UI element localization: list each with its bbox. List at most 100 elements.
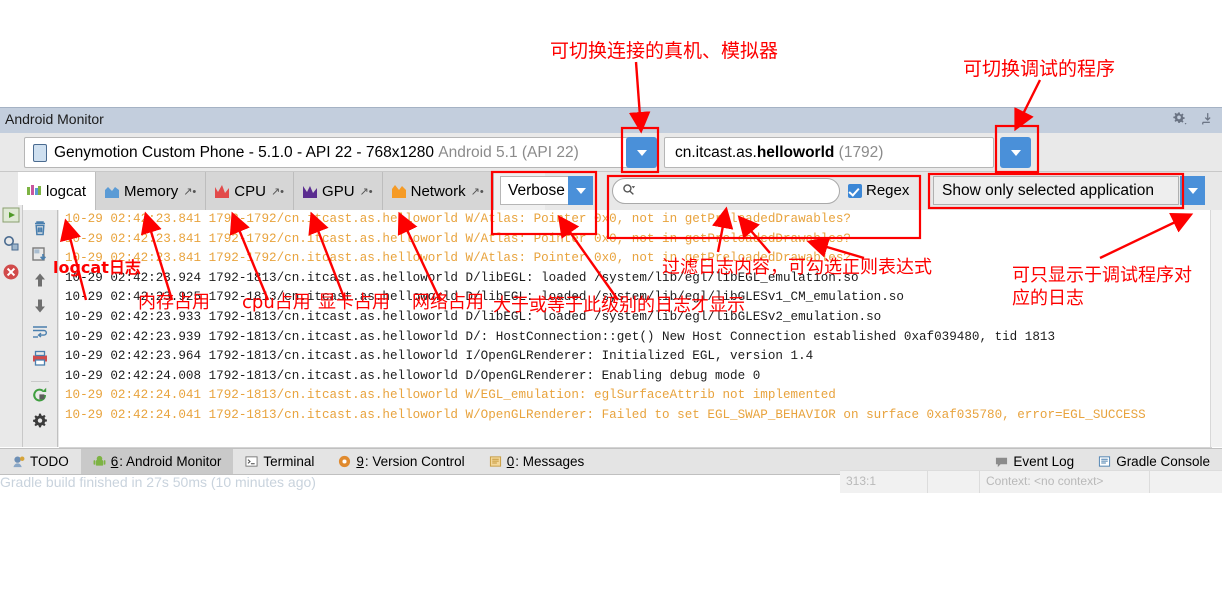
todo-icon [12,455,25,468]
android-icon [93,455,106,468]
log-line: 10-29 02:42:23.841 1792-1792/cn.itcast.a… [65,212,851,226]
bottom-tab-terminal[interactable]: Terminal [233,449,326,474]
tab-cpu[interactable]: CPU ↗• [206,172,295,210]
wrap-lines-icon[interactable] [31,323,49,341]
log-line: 10-29 02:42:23.924 1792-1813/cn.itcast.a… [65,270,859,285]
run-icon[interactable] [0,205,22,228]
bottom-tab-num: 0 [506,454,515,469]
phone-icon [33,143,47,162]
filter-scope-select[interactable]: Show only selected application [933,176,1179,205]
export-icon[interactable] [31,245,49,263]
logcat-toolbar [23,210,58,447]
status-cell-blank [928,471,980,493]
bottom-tab-label: : Messages [515,454,585,469]
bottom-tab-todo[interactable]: TODO [0,449,81,474]
device-selector[interactable]: Genymotion Custom Phone - 5.1.0 - API 22… [24,137,631,168]
tab-logcat[interactable]: logcat [18,172,97,210]
settings-icon[interactable] [31,412,49,430]
log-line: 10-29 02:42:23.841 1792-1792/cn.itcast.a… [65,251,851,266]
detach-icon[interactable]: ↗• [183,185,196,198]
process-package: cn.itcast.as. [675,143,757,161]
logcat-icon [27,184,41,198]
bottom-tab-label: Gradle Console [1116,454,1210,469]
process-dropdown-button[interactable] [1000,137,1031,168]
bottom-tab-messages[interactable]: 0 : Messages [477,449,597,474]
memory-icon [105,184,120,198]
device-api: Android 5.1 (API 22) [438,143,579,161]
log-line: 10-29 02:42:24.041 1792-1813/cn.itcast.a… [65,388,836,403]
tab-gpu[interactable]: GPU ↗• [294,172,383,210]
bottom-tab-num: 6 [110,454,119,469]
log-level-value: Verbose [508,181,565,199]
annotation-device: 可切换连接的真机、模拟器 [550,40,779,62]
bottom-tab-label: : Android Monitor [119,454,222,469]
bottom-tab-label: Event Log [1013,454,1075,469]
network-icon [391,184,406,198]
event-log-icon [995,455,1008,468]
log-level-dropdown-button[interactable] [568,176,593,205]
log-line: 10-29 02:42:23.933 1792-1813/cn.itcast.a… [65,309,882,324]
bottom-tab-num: 9 [356,454,364,469]
log-line: 10-29 02:42:23.841 1792-1792/cn.itcast.a… [65,231,851,246]
tab-label: logcat [46,182,87,200]
logcat-output[interactable]: 10-29 02:42:23.841 1792-1792/cn.itcast.a… [59,210,1212,448]
chevron-down-icon [636,149,647,156]
search-icon [622,183,636,200]
messages-icon [489,455,502,468]
process-name: helloworld [756,143,835,161]
print-icon[interactable] [31,349,49,367]
bottom-tab-label: : Version Control [364,454,465,469]
tab-label: Network [410,182,466,200]
detach-icon[interactable]: ↗• [471,185,484,198]
device-dropdown-button[interactable] [626,137,657,168]
gear-icon[interactable] [1170,111,1188,128]
tab-network[interactable]: Network ↗• [382,172,494,210]
bottom-tab-android-monitor[interactable]: 6 : Android Monitor [80,449,234,474]
logcat-scrollbar[interactable] [1210,210,1222,447]
restart-icon[interactable] [31,381,49,404]
regex-label: Regex [866,182,910,199]
bottom-tab-version-control[interactable]: 9 : Version Control [326,449,476,474]
filter-scope-dropdown-button[interactable] [1180,176,1205,205]
log-line: 10-29 02:42:23.964 1792-1813/cn.itcast.a… [65,349,814,364]
panel-titlebar-actions [1170,111,1216,128]
gradle-console-icon [1098,455,1111,468]
editor-status-row: 313:1 Context: <no context> [840,470,1222,493]
tab-memory[interactable]: Memory ↗• [96,172,207,210]
stop-icon[interactable] [0,255,22,284]
chevron-down-icon [1187,187,1198,194]
inspect-icon[interactable] [0,228,22,255]
chevron-down-icon [1010,149,1021,156]
bottom-tab-label: TODO [30,454,69,469]
minimize-icon[interactable] [1198,111,1216,128]
arrow-down-icon[interactable] [31,297,49,315]
log-line: 10-29 02:42:24.041 1792-1813/cn.itcast.a… [65,407,1146,422]
tab-label: CPU [234,182,266,200]
outer-toolbar [0,205,23,447]
bottom-tab-label: Terminal [263,454,315,469]
log-filter-input[interactable] [612,178,840,204]
page-title: Android Monitor [5,111,104,127]
caret-position: 313:1 [840,471,928,493]
annotation-process: 可切换调试的程序 [963,58,1116,80]
process-selector[interactable]: cn.itcast.as. helloworld (1792) [664,137,994,168]
terminal-icon [245,455,258,468]
device-name: Genymotion Custom Phone - 5.1.0 - API 22… [54,143,434,161]
regex-checkbox[interactable] [848,184,862,198]
detach-icon[interactable]: ↗• [271,185,284,198]
cpu-icon [215,184,230,198]
filter-scope-value: Show only selected application [942,181,1154,199]
gradle-build-status: Gradle build finished in 27s 50ms (10 mi… [0,474,316,490]
arrow-up-icon[interactable] [31,271,49,289]
trash-icon[interactable] [31,219,49,237]
tab-label: GPU [322,182,355,200]
log-line: 10-29 02:42:24.008 1792-1813/cn.itcast.a… [65,368,761,383]
gpu-icon [303,184,318,198]
panel-title-bar [0,107,1222,135]
detach-icon[interactable]: ↗• [360,185,373,198]
context-cell: Context: <no context> [980,471,1150,493]
log-line: 10-29 02:42:23.925 1792-1813/cn.itcast.a… [65,290,904,305]
process-pid: (1792) [838,143,884,161]
log-line: 10-29 02:42:23.939 1792-1813/cn.itcast.a… [65,329,1056,344]
tab-label: Memory [124,182,179,200]
